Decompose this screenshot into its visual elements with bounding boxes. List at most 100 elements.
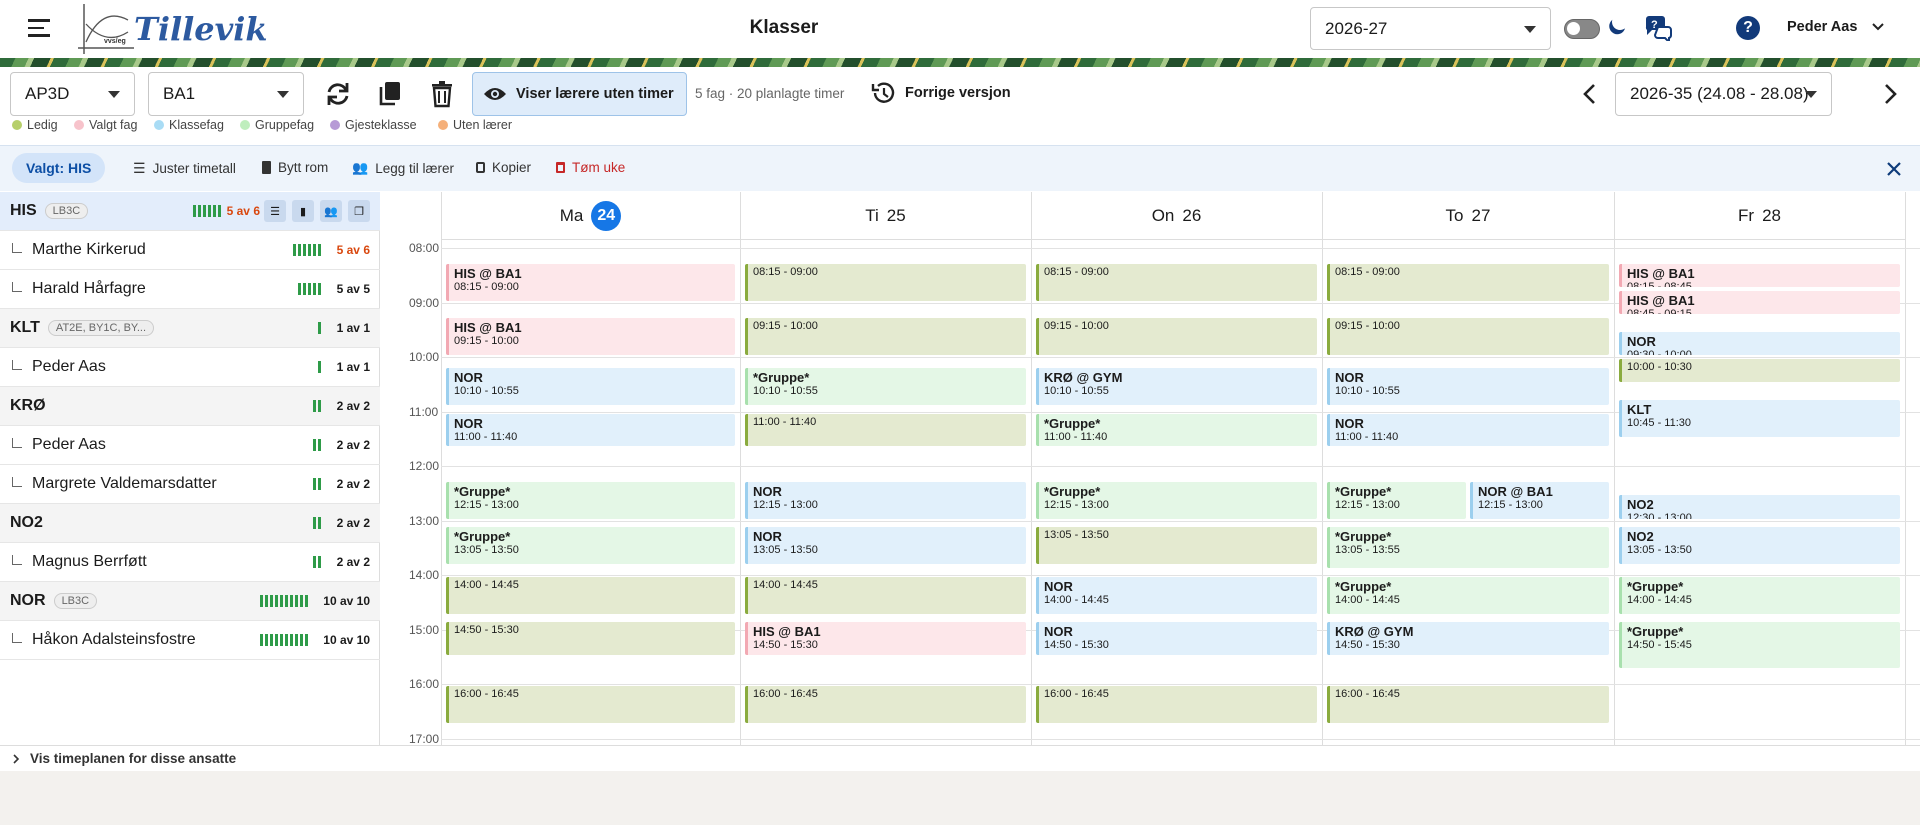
lesson-block[interactable]: NOR 10:10 - 10:55 xyxy=(446,368,735,405)
year-select[interactable]: 2026-27 xyxy=(1310,7,1551,50)
dark-mode-toggle[interactable] xyxy=(1564,19,1600,39)
lesson-block[interactable]: *Gruppe* 10:10 - 10:55 xyxy=(745,368,1026,405)
lesson-block[interactable]: *Gruppe* 12:15 - 13:00 xyxy=(446,481,735,519)
sliders-icon[interactable]: ☰ xyxy=(264,200,286,222)
lesson-block[interactable]: 16:00 - 16:45 xyxy=(1327,686,1609,723)
selected-subject-chip[interactable]: Valgt: HIS xyxy=(12,153,106,183)
lesson-block[interactable]: *Gruppe* 13:05 - 13:50 xyxy=(446,527,735,564)
teacher-row[interactable]: Harald Hårfagre 5 av 5 xyxy=(0,270,380,309)
teacher-schedule-toggle[interactable]: Vis timeplanen for disse ansatte xyxy=(0,745,1920,771)
lesson-block[interactable]: HIS @ BA1 08:15 - 09:00 xyxy=(446,263,735,301)
copy-icon[interactable]: ❐ xyxy=(348,200,370,222)
subject-row[interactable]: KRØ 2 av 2 xyxy=(0,387,380,426)
close-icon[interactable] xyxy=(1886,161,1902,177)
lesson-block[interactable]: 09:15 - 10:00 xyxy=(1036,318,1317,355)
day-number: 28 xyxy=(1762,205,1781,225)
teacher-row[interactable]: Håkon Adalsteinsfostre 10 av 10 xyxy=(0,621,380,660)
teacher-row[interactable]: Peder Aas 2 av 2 xyxy=(0,426,380,465)
group-select-value: BA1 xyxy=(163,84,196,103)
toggle-knob xyxy=(1567,22,1580,35)
hours-bars xyxy=(313,400,322,412)
lesson-block[interactable]: NOR 11:00 - 11:40 xyxy=(446,413,735,446)
lesson-block[interactable]: *Gruppe* 13:05 - 13:55 xyxy=(1327,527,1609,569)
adjust-hours-button[interactable]: ☰ Juster timetall xyxy=(133,160,236,177)
chat-help-icon[interactable]: ? xyxy=(1643,13,1673,41)
hours-bars xyxy=(318,361,322,373)
teacher-row[interactable]: Margrete Valdemarsdatter 2 av 2 xyxy=(0,465,380,504)
group-select[interactable]: BA1 xyxy=(148,72,304,116)
chevron-down-icon xyxy=(1872,23,1885,31)
lesson-block[interactable]: NOR @ BA1 12:15 - 13:00 xyxy=(1470,481,1609,519)
lesson-block[interactable]: 11:00 - 11:40 xyxy=(745,413,1026,446)
lesson-block[interactable]: NOR 10:10 - 10:55 xyxy=(1327,368,1609,405)
lesson-block[interactable]: 16:00 - 16:45 xyxy=(1036,686,1317,723)
lesson-block[interactable]: 16:00 - 16:45 xyxy=(446,686,735,723)
refresh-icon[interactable] xyxy=(324,80,352,108)
lesson-block[interactable]: *Gruppe* 12:15 - 13:00 xyxy=(1327,481,1466,519)
lesson-block[interactable]: KRØ @ GYM 14:50 - 15:30 xyxy=(1327,622,1609,655)
add-teacher-button[interactable]: 👥 Legg til lærer xyxy=(352,160,454,176)
prev-week-icon[interactable] xyxy=(1580,82,1600,106)
menu-icon[interactable] xyxy=(28,16,54,40)
lesson-time: 10:00 - 10:30 xyxy=(1627,361,1692,373)
lesson-block[interactable]: NOR 14:00 - 14:45 xyxy=(1036,577,1317,614)
lesson-title: *Gruppe* xyxy=(1335,483,1392,499)
door-icon[interactable]: ▮ xyxy=(292,200,314,222)
user-menu[interactable]: Peder Aas xyxy=(1787,19,1885,35)
lesson-block[interactable]: 14:50 - 15:30 xyxy=(446,622,735,655)
lesson-block[interactable]: *Gruppe* 14:00 - 14:45 xyxy=(1619,577,1900,614)
lesson-block[interactable]: HIS @ BA1 08:15 - 08:45 xyxy=(1619,263,1900,287)
week-select[interactable]: 2026-35 (24.08 - 28.08) xyxy=(1615,72,1832,116)
lesson-block[interactable]: HIS @ BA1 08:45 - 09:15 xyxy=(1619,290,1900,315)
lesson-block[interactable]: NOR 14:50 - 15:30 xyxy=(1036,622,1317,655)
lesson-block[interactable]: NOR 09:30 - 10:00 xyxy=(1619,331,1900,355)
class-select[interactable]: AP3D xyxy=(10,72,135,116)
teacher-name: Peder Aas xyxy=(32,436,106,453)
logo[interactable]: vvs/eg Tillevik xyxy=(76,2,268,56)
lesson-block[interactable]: *Gruppe* 12:15 - 13:00 xyxy=(1036,481,1317,519)
previous-version-button[interactable]: Forrige versjon xyxy=(870,80,1011,106)
subject-row[interactable]: NOR LB3C 10 av 10 xyxy=(0,582,380,621)
clear-week-button[interactable]: Tøm uke xyxy=(556,160,625,175)
hours-count: 10 av 10 xyxy=(323,594,370,608)
lesson-block[interactable]: NOR 11:00 - 11:40 xyxy=(1327,413,1609,446)
lesson-block[interactable]: 14:00 - 14:45 xyxy=(745,577,1026,614)
lesson-block[interactable]: 16:00 - 16:45 xyxy=(745,686,1026,723)
lesson-block[interactable]: 09:15 - 10:00 xyxy=(745,318,1026,355)
lesson-block[interactable]: 09:15 - 10:00 xyxy=(1327,318,1609,355)
lesson-block[interactable]: 14:00 - 14:45 xyxy=(446,577,735,614)
subject-row[interactable]: HIS LB3C 5 av 6 ☰ ▮ 👥 ❐ xyxy=(0,192,380,231)
subject-row[interactable]: NO2 2 av 2 xyxy=(0,504,380,543)
lesson-block[interactable]: NOR 13:05 - 13:50 xyxy=(745,527,1026,564)
help-icon[interactable]: ? xyxy=(1736,16,1760,40)
trash-icon[interactable] xyxy=(429,80,455,108)
lesson-block[interactable]: 10:00 - 10:30 xyxy=(1619,359,1900,383)
legend-item: Uten lærer xyxy=(438,118,512,132)
lesson-block[interactable]: 13:05 - 13:50 xyxy=(1036,527,1317,564)
lesson-block[interactable]: NO2 13:05 - 13:50 xyxy=(1619,527,1900,564)
lesson-block[interactable]: HIS @ BA1 14:50 - 15:30 xyxy=(745,622,1026,655)
show-teachers-toggle-button[interactable]: Viser lærere uten timer xyxy=(472,72,687,116)
subject-row[interactable]: KLT AT2E, BY1C, BY... 1 av 1 xyxy=(0,309,380,348)
teacher-row[interactable]: Magnus Berrføtt 2 av 2 xyxy=(0,543,380,582)
lesson-block[interactable]: *Gruppe* 11:00 - 11:40 xyxy=(1036,413,1317,446)
hours-count: 5 av 6 xyxy=(226,204,260,218)
teacher-row[interactable]: Marthe Kirkerud 5 av 6 xyxy=(0,231,380,270)
lesson-block[interactable]: HIS @ BA1 09:15 - 10:00 xyxy=(446,318,735,355)
lesson-block[interactable]: *Gruppe* 14:00 - 14:45 xyxy=(1327,577,1609,614)
next-week-icon[interactable] xyxy=(1880,82,1900,106)
lesson-block[interactable]: *Gruppe* 14:50 - 15:45 xyxy=(1619,622,1900,669)
lesson-block[interactable]: 08:15 - 09:00 xyxy=(1327,263,1609,301)
lesson-block[interactable]: KRØ @ GYM 10:10 - 10:55 xyxy=(1036,368,1317,405)
lesson-block[interactable]: NO2 12:30 - 13:00 xyxy=(1619,495,1900,519)
change-room-button[interactable]: Bytt rom xyxy=(262,160,328,175)
lesson-block[interactable]: NOR 12:15 - 13:00 xyxy=(745,481,1026,519)
copy-button[interactable]: Kopier xyxy=(476,160,531,175)
group-icon[interactable]: 👥 xyxy=(320,200,342,222)
lesson-block[interactable]: KLT 10:45 - 11:30 xyxy=(1619,399,1900,437)
lesson-block[interactable]: 08:15 - 09:00 xyxy=(1036,263,1317,301)
lesson-time: 13:05 - 13:55 xyxy=(1335,544,1400,557)
teacher-row[interactable]: Peder Aas 1 av 1 xyxy=(0,348,380,387)
copy-icon[interactable] xyxy=(377,80,403,108)
lesson-block[interactable]: 08:15 - 09:00 xyxy=(745,263,1026,301)
